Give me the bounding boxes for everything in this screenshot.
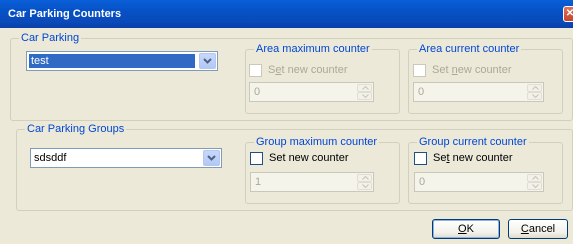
cancel-button[interactable]: Cancel (508, 219, 568, 239)
group-current-set-checkbox[interactable] (414, 152, 427, 165)
dialog-body: Car Parking test Area maximum counter Se… (0, 28, 573, 244)
car-parking-selected-value: test (29, 54, 195, 68)
chevron-down-icon[interactable] (199, 53, 216, 69)
group-current-value: 0 (419, 176, 426, 188)
area-current-set-label: Set new counter (432, 64, 512, 76)
car-parking-legend: Car Parking (19, 32, 82, 44)
spin-up-icon[interactable] (527, 84, 542, 92)
group-current-value-spinner[interactable]: 0 (414, 172, 544, 192)
area-max-set-label: Set new counter (268, 64, 348, 76)
area-current-value-spinner[interactable]: 0 (413, 82, 544, 102)
spin-down-icon[interactable] (527, 182, 542, 190)
spin-up-icon[interactable] (527, 174, 542, 182)
car-parking-groups-select[interactable]: sdsddf (30, 148, 222, 168)
area-max-counter-legend: Area maximum counter (254, 43, 372, 55)
car-parking-groups-selected-value: sdsddf (34, 152, 67, 164)
title-bar: Car Parking Counters ✕ (0, 0, 573, 28)
area-current-counter-legend: Area current counter (417, 43, 522, 55)
area-max-value: 0 (254, 86, 261, 98)
spin-up-icon[interactable] (357, 84, 372, 92)
group-max-set-checkbox[interactable] (250, 152, 263, 165)
area-current-value: 0 (418, 86, 425, 98)
chevron-down-icon[interactable] (203, 150, 220, 166)
group-max-counter-legend: Group maximum counter (254, 136, 380, 148)
group-max-value: 1 (255, 176, 262, 188)
window-title: Car Parking Counters (8, 8, 122, 20)
car-parking-groups-legend: Car Parking Groups (25, 123, 127, 135)
area-current-set-checkbox[interactable] (413, 64, 426, 77)
spin-down-icon[interactable] (357, 92, 372, 100)
area-max-set-checkbox[interactable] (249, 64, 262, 77)
group-max-set-label: Set new counter (269, 152, 349, 164)
car-parking-select[interactable]: test (26, 51, 218, 71)
group-current-set-label: Set new counter (433, 152, 513, 164)
ok-button[interactable]: OK (432, 219, 500, 239)
spin-down-icon[interactable] (527, 92, 542, 100)
spin-down-icon[interactable] (357, 182, 372, 190)
close-icon[interactable]: ✕ (563, 6, 573, 22)
group-current-counter-legend: Group current counter (417, 136, 529, 148)
area-max-value-spinner[interactable]: 0 (249, 82, 374, 102)
group-max-value-spinner[interactable]: 1 (250, 172, 374, 192)
spin-up-icon[interactable] (357, 174, 372, 182)
